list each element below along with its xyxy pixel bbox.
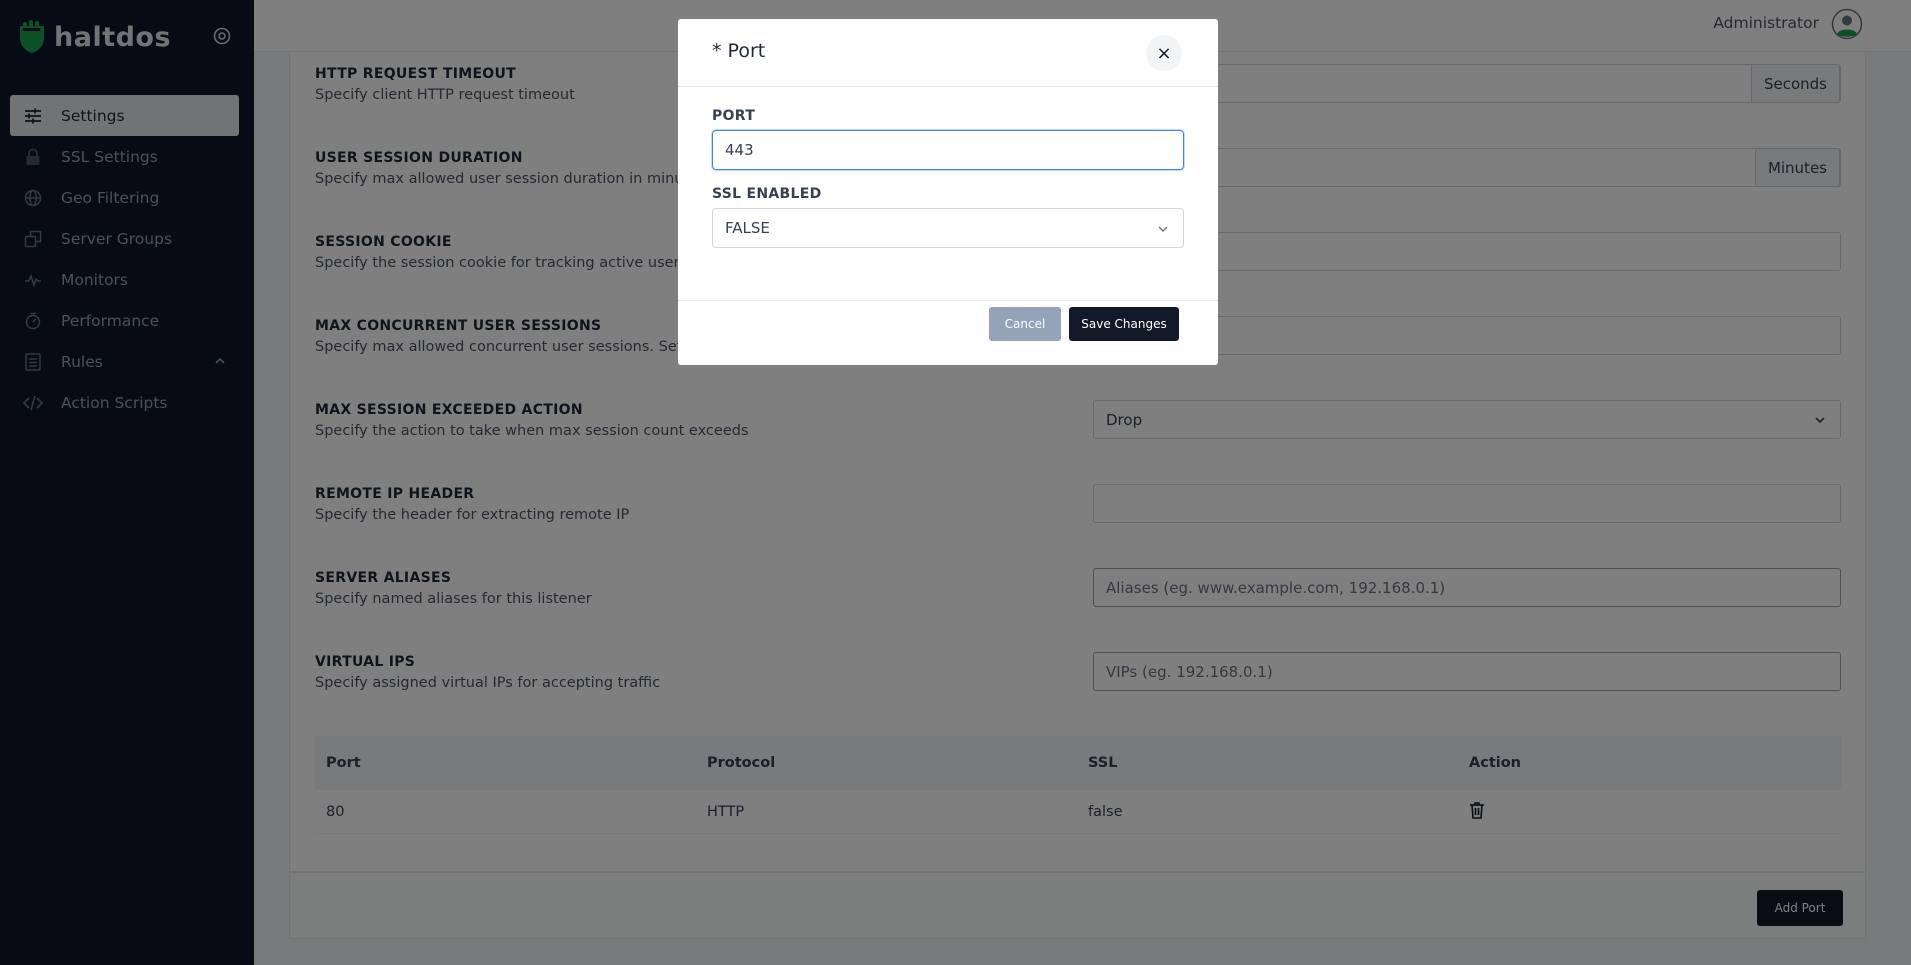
port-input[interactable]: 443	[712, 130, 1184, 170]
close-icon: ×	[1156, 42, 1172, 64]
port-label: PORT	[712, 108, 756, 124]
modal-header: * Port ×	[678, 19, 1218, 87]
modal-title: * Port	[712, 40, 766, 62]
chevron-down-icon	[1158, 226, 1168, 232]
ssl-enabled-label: SSL ENABLED	[712, 186, 822, 202]
ssl-enabled-value: FALSE	[725, 219, 770, 237]
close-button[interactable]: ×	[1146, 35, 1182, 71]
port-input-value: 443	[725, 141, 754, 159]
modal-body: PORT 443 SSL ENABLED FALSE	[678, 87, 1218, 301]
cancel-button[interactable]: Cancel	[989, 307, 1061, 341]
port-modal: * Port × PORT 443 SSL ENABLED FALSE Canc…	[678, 19, 1218, 365]
save-changes-button[interactable]: Save Changes	[1069, 307, 1179, 341]
ssl-enabled-select[interactable]: FALSE	[712, 208, 1184, 248]
